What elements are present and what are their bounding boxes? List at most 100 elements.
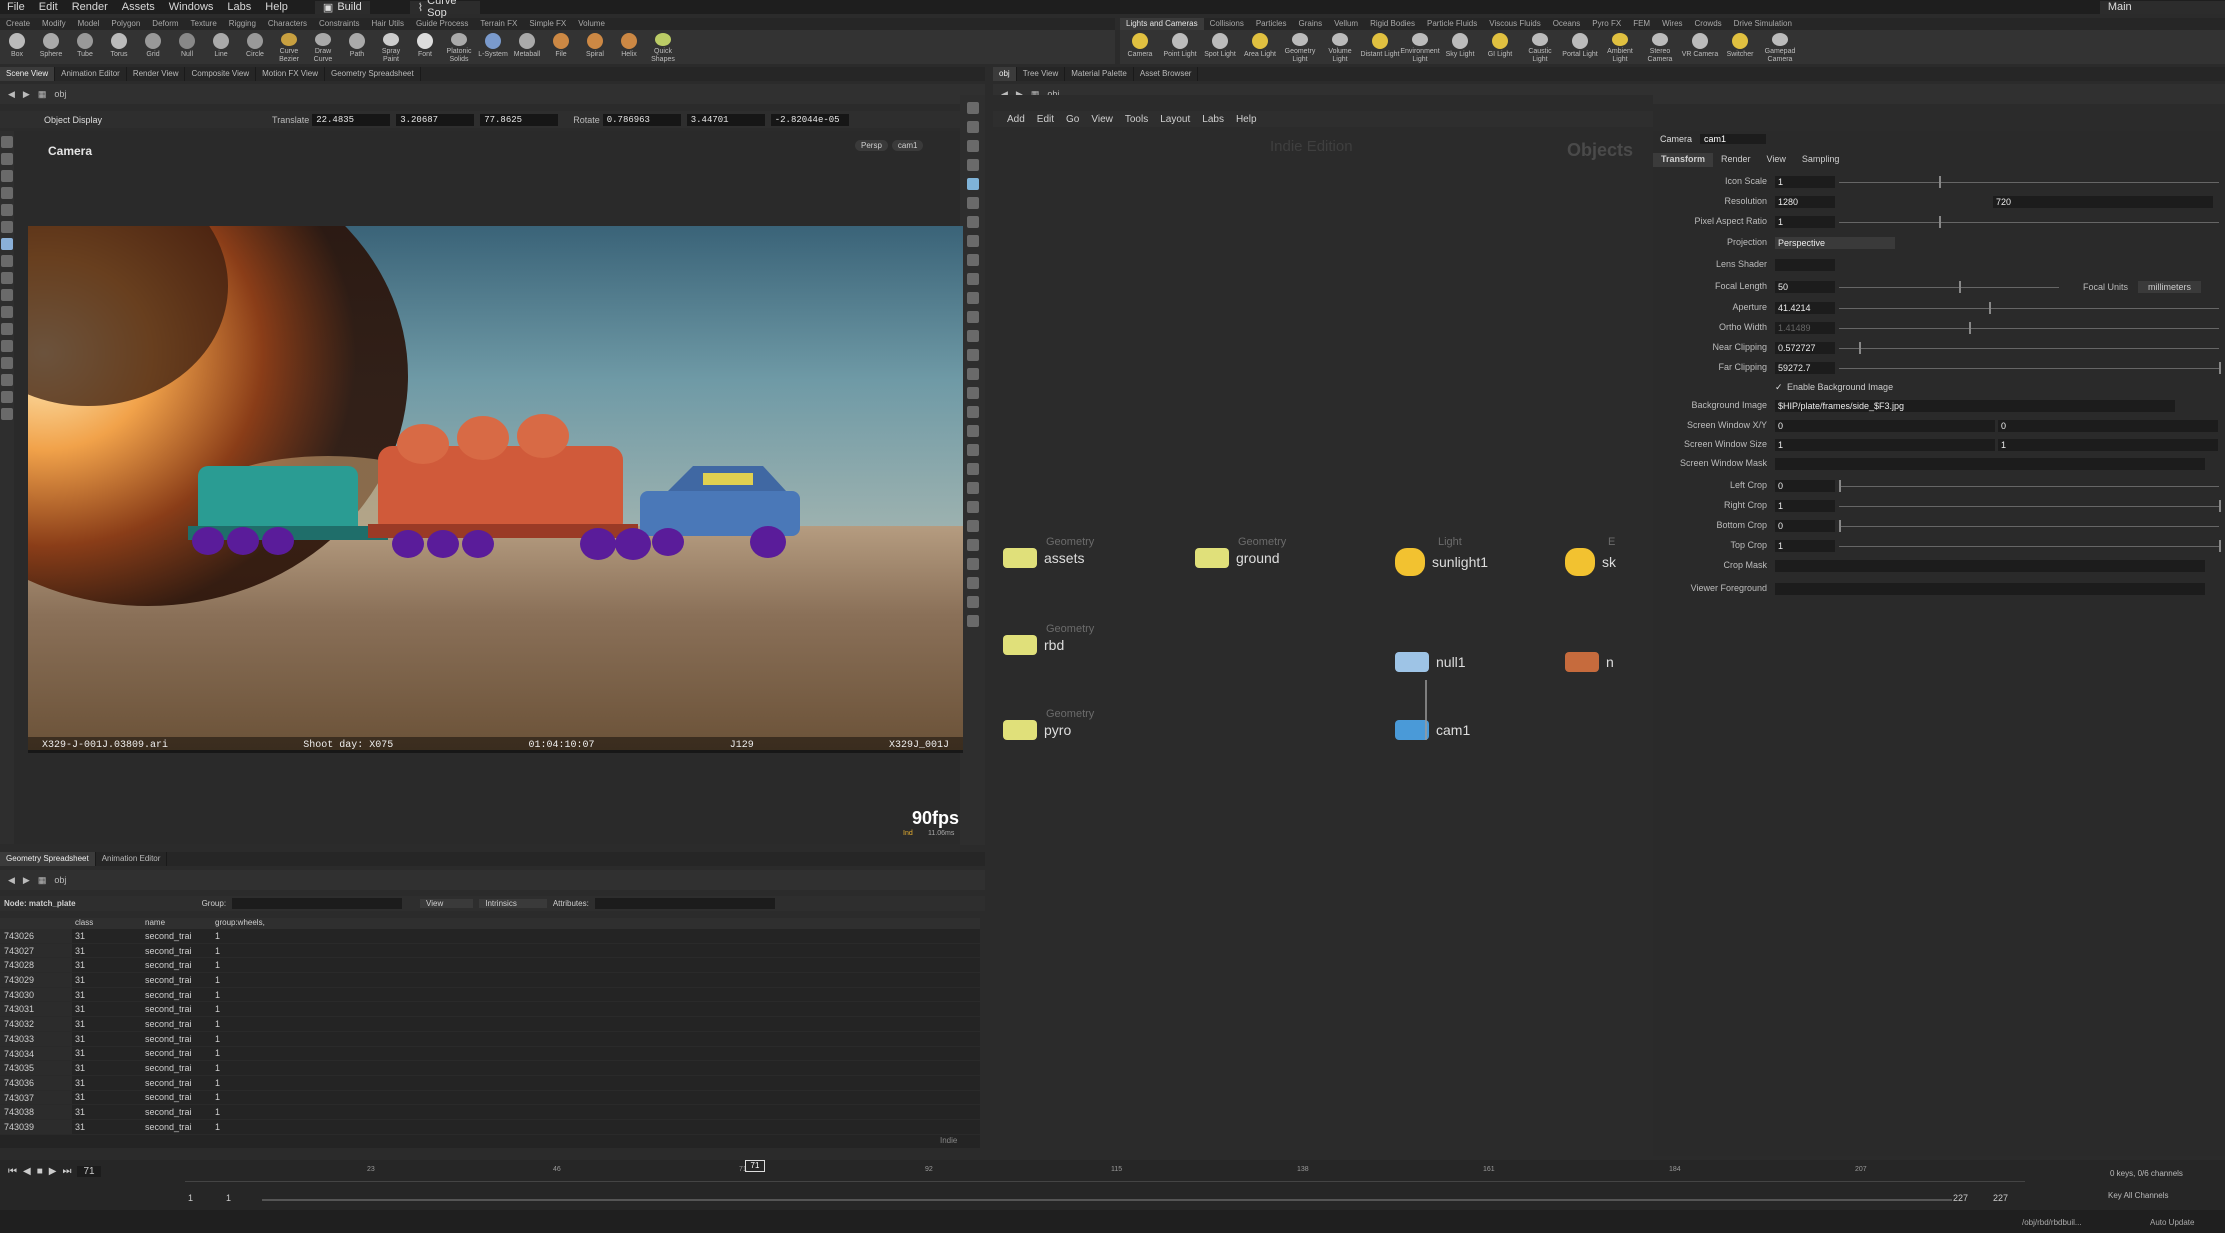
- table-row[interactable]: 743026 31 second_trai 1: [0, 929, 980, 944]
- network-menu-item[interactable]: Add: [1007, 114, 1025, 125]
- slider-handle[interactable]: [1839, 480, 1841, 492]
- shelf-tool-gi-light[interactable]: GI Light: [1480, 30, 1520, 64]
- view-dropdown[interactable]: View: [420, 899, 474, 908]
- forward-arrow-icon[interactable]: ▶: [23, 89, 30, 100]
- range-end[interactable]: 227: [1953, 1193, 1968, 1203]
- param-tab[interactable]: Sampling: [1794, 153, 1848, 167]
- network-menu-item[interactable]: Labs: [1202, 114, 1224, 125]
- param-tab[interactable]: View: [1759, 153, 1794, 167]
- param-field[interactable]: 50: [1775, 281, 1835, 293]
- range-slider[interactable]: [262, 1199, 1952, 1201]
- shelf-tab[interactable]: Particles: [1250, 18, 1293, 30]
- display-option-button[interactable]: [966, 349, 979, 361]
- viewport-tool-button[interactable]: [1, 170, 13, 182]
- shelf-tab[interactable]: FEM: [1627, 18, 1656, 30]
- display-option-button[interactable]: [966, 558, 979, 570]
- desktop-select[interactable]: ▣ Build: [314, 0, 370, 14]
- viewport-tool-button[interactable]: [1, 391, 13, 403]
- param-field[interactable]: 0: [1775, 520, 1835, 532]
- shelf-tab[interactable]: Deform: [146, 18, 184, 30]
- display-option-button[interactable]: [966, 444, 979, 456]
- cam-menu[interactable]: cam1: [891, 140, 924, 151]
- shelf-tool-circle[interactable]: Circle: [238, 30, 272, 64]
- param-tab[interactable]: Transform: [1653, 153, 1714, 167]
- stop-icon[interactable]: ■: [37, 1166, 43, 1177]
- pane-tab[interactable]: Motion FX View: [256, 67, 325, 81]
- pane-tab[interactable]: Scene View: [0, 67, 56, 81]
- shelf-tool-point-light[interactable]: Point Light: [1160, 30, 1200, 64]
- forward-arrow-icon[interactable]: ▶: [23, 875, 30, 886]
- table-row[interactable]: 743033 31 second_trai 1: [0, 1031, 980, 1047]
- shelf-tab[interactable]: Rigging: [223, 18, 262, 30]
- param-field[interactable]: 0: [1775, 420, 1995, 432]
- shelf-tool-vr-camera[interactable]: VR Camera: [1680, 30, 1720, 64]
- menu-file[interactable]: File: [0, 1, 32, 13]
- viewport-tool-button[interactable]: [1, 272, 13, 284]
- network-menu-item[interactable]: Layout: [1160, 114, 1190, 125]
- param-field[interactable]: [1775, 583, 2205, 595]
- rotate-z-field[interactable]: -2.82044e-05: [770, 113, 849, 126]
- shelf-tool-metaball[interactable]: Metaball: [510, 30, 544, 64]
- menu-labs[interactable]: Labs: [220, 1, 258, 13]
- playhead[interactable]: 71: [745, 1160, 765, 1172]
- param-slider[interactable]: [1839, 308, 2219, 309]
- node-rbd[interactable]: Geometry rbd: [1003, 623, 1094, 655]
- display-option-button[interactable]: [966, 501, 979, 513]
- param-field[interactable]: 1: [1775, 439, 1995, 451]
- node-sunlight1[interactable]: Light sunlight1: [1395, 536, 1488, 576]
- param-slider[interactable]: [1839, 287, 2059, 288]
- shelf-tool-caustic-light[interactable]: Caustic Light: [1520, 30, 1560, 64]
- key-all-channels-button[interactable]: Key All Channels: [2108, 1191, 2168, 1200]
- menu-help[interactable]: Help: [258, 1, 295, 13]
- object-display-toggle[interactable]: Object Display: [44, 115, 102, 125]
- range-start[interactable]: 1: [188, 1193, 193, 1203]
- back-arrow-icon[interactable]: ◀: [8, 89, 15, 100]
- param-node-name[interactable]: cam1: [1700, 134, 1767, 144]
- shelf-tool-draw-curve[interactable]: Draw Curve: [306, 30, 340, 64]
- shelf-tab[interactable]: Crowds: [1689, 18, 1728, 30]
- display-option-button[interactable]: [966, 178, 979, 190]
- slider-handle[interactable]: [1939, 216, 1941, 228]
- param-field[interactable]: 1: [1775, 540, 1835, 552]
- param-field[interactable]: 1: [1775, 216, 1835, 228]
- shelf-tool-line[interactable]: Line: [204, 30, 238, 64]
- viewport-tool-button[interactable]: [1, 255, 13, 267]
- display-option-button[interactable]: [966, 615, 979, 627]
- shelf-tab[interactable]: Drive Simulation: [1728, 18, 1798, 30]
- network-menu-item[interactable]: Edit: [1037, 114, 1054, 125]
- param-slider[interactable]: [1839, 368, 2219, 369]
- pane-tab[interactable]: obj: [993, 67, 1017, 81]
- focal-units-dropdown[interactable]: millimeters: [2138, 281, 2202, 293]
- param-field[interactable]: 1280: [1775, 196, 1835, 208]
- current-frame-field[interactable]: 71: [77, 1166, 101, 1177]
- param-field[interactable]: Perspective: [1775, 237, 1895, 249]
- shelf-tool-sky-light[interactable]: Sky Light: [1440, 30, 1480, 64]
- display-option-button[interactable]: [966, 520, 979, 532]
- shelf-tool-spot-light[interactable]: Spot Light: [1200, 30, 1240, 64]
- param-slider[interactable]: [1839, 222, 2219, 223]
- display-option-button[interactable]: [966, 254, 979, 266]
- pane-tab[interactable]: Geometry Spreadsheet: [0, 852, 96, 866]
- column-header[interactable]: group:wheels,: [212, 918, 272, 929]
- menu-assets[interactable]: Assets: [115, 1, 162, 13]
- shelf-tab[interactable]: Vellum: [1328, 18, 1364, 30]
- slider-handle[interactable]: [1989, 302, 1991, 314]
- shelf-tool-environment-light[interactable]: Environment Light: [1400, 30, 1440, 64]
- shelf-tab[interactable]: Oceans: [1547, 18, 1587, 30]
- table-row[interactable]: 743029 31 second_trai 1: [0, 973, 980, 988]
- display-option-button[interactable]: [966, 102, 979, 114]
- viewport-tool-button[interactable]: [1, 153, 13, 165]
- display-option-button[interactable]: [966, 216, 979, 228]
- slider-handle[interactable]: [1859, 342, 1861, 354]
- step-back-icon[interactable]: ◀: [23, 1166, 31, 1177]
- network-menu-item[interactable]: View: [1091, 114, 1113, 125]
- pane-tab[interactable]: Animation Editor: [55, 67, 127, 81]
- shelf-tool-helix[interactable]: Helix: [612, 30, 646, 64]
- viewport-tool-button[interactable]: [1, 187, 13, 199]
- table-row[interactable]: 743039 31 second_trai 1: [0, 1119, 980, 1135]
- table-row[interactable]: 743035 31 second_trai 1: [0, 1061, 980, 1076]
- shelf-tool-l-system[interactable]: L-System: [476, 30, 510, 64]
- display-option-button[interactable]: [966, 368, 979, 380]
- play-icon[interactable]: ▶: [49, 1166, 57, 1177]
- range-end-2[interactable]: 227: [1993, 1193, 2008, 1203]
